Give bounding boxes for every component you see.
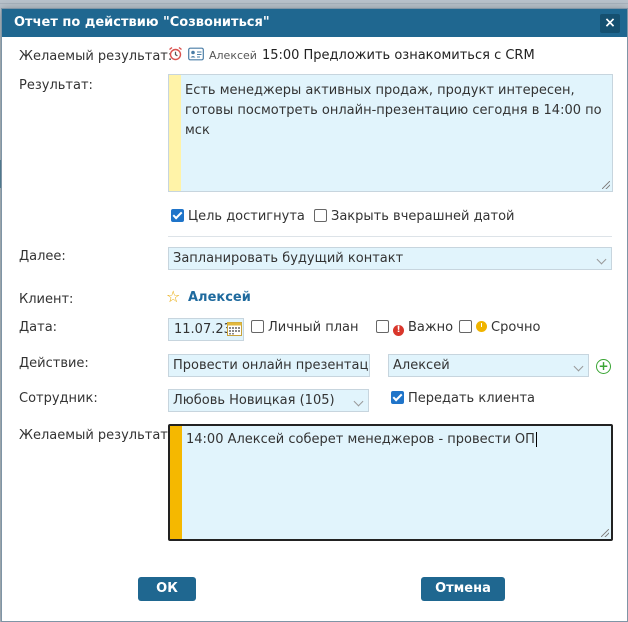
divider [168, 236, 612, 237]
client-link[interactable]: Алексей [188, 290, 251, 305]
employee-value: Любовь Новицкая (105) [173, 393, 335, 408]
dialog-title: Отчет по действию "Созвониться" [14, 15, 270, 30]
next-select-value: Запланировать будущий контакт [173, 251, 404, 266]
next-select[interactable]: Запланировать будущий контакт [168, 247, 612, 270]
action-input[interactable]: Провести онлайн презентаци [168, 354, 370, 377]
date-input[interactable]: 11.07.23 [168, 318, 244, 341]
urgent-checkbox[interactable]: Срочно [459, 320, 540, 335]
checkbox-unchecked-icon [314, 209, 327, 222]
desired-person: Алексей [209, 49, 257, 62]
action-contact-value: Алексей [393, 358, 450, 373]
urgent-label: Срочно [491, 320, 541, 335]
add-contact-icon[interactable]: + [596, 359, 611, 374]
action-label: Действие: [19, 356, 89, 371]
result-text: Есть менеджеры активных продаж, продукт … [185, 83, 606, 138]
client-label: Клиент: [19, 292, 74, 307]
close-yesterday-checkbox[interactable]: Закрыть вчерашней датой [314, 209, 515, 224]
desired-result-text: 15:00 Предложить ознакомиться с CRM [261, 48, 535, 63]
chevron-down-icon [596, 254, 607, 265]
star-icon[interactable]: ☆ [166, 287, 180, 306]
checkbox-checked-icon [171, 209, 184, 222]
transfer-client-checkbox[interactable]: Передать клиента [391, 391, 535, 406]
checkbox-unchecked-icon [376, 320, 389, 333]
checkbox-checked-icon [391, 391, 404, 404]
next-label: Далее: [19, 249, 66, 264]
important-icon: ! [393, 325, 404, 336]
resize-handle[interactable] [601, 529, 609, 537]
transfer-client-label: Передать клиента [408, 391, 535, 406]
result-label: Результат: [19, 78, 93, 93]
close-icon: × [604, 15, 616, 31]
chevron-down-icon [353, 396, 364, 407]
checkbox-unchecked-icon [459, 320, 472, 333]
ok-button[interactable]: ОК [138, 577, 196, 601]
alarm-clock-icon [168, 46, 183, 65]
calendar-icon[interactable] [227, 321, 242, 340]
personal-plan-label: Личный план [268, 320, 359, 335]
urgent-clock-icon [476, 321, 487, 332]
report-dialog: Отчет по действию "Созвониться" × Желаем… [1, 8, 628, 622]
contact-card-icon [188, 47, 204, 65]
date-label: Дата: [19, 320, 58, 335]
resize-handle[interactable] [602, 181, 610, 189]
next-desired-value: 14:00 Алексей соберет менеджеров - прове… [186, 432, 535, 447]
next-desired-stripe [170, 426, 182, 539]
result-textarea[interactable]: Есть менеджеры активных продаж, продукт … [168, 74, 613, 192]
action-value: Провести онлайн презентаци [173, 358, 370, 373]
important-label: Важно [408, 320, 454, 335]
employee-select[interactable]: Любовь Новицкая (105) [168, 389, 369, 412]
result-stripe [169, 75, 181, 191]
text-cursor [535, 432, 537, 447]
dialog-titlebar: Отчет по действию "Созвониться" × [2, 9, 627, 37]
next-desired-text: 14:00 Алексей соберет менеджеров - прове… [186, 430, 601, 450]
checkbox-unchecked-icon [251, 320, 264, 333]
goal-reached-label: Цель достигнута [188, 209, 305, 224]
close-yesterday-label: Закрыть вчерашней датой [331, 209, 515, 224]
important-checkbox[interactable]: ! Важно [376, 320, 453, 336]
next-desired-label: Желаемый результат: [19, 428, 173, 443]
chevron-down-icon [573, 361, 584, 372]
close-button[interactable]: × [600, 14, 620, 33]
desired-result-label: Желаемый результат: [19, 49, 173, 64]
cancel-button[interactable]: Отмена [421, 577, 505, 601]
employee-label: Сотрудник: [19, 391, 98, 406]
goal-reached-checkbox[interactable]: Цель достигнута [171, 209, 305, 224]
next-desired-textarea[interactable]: 14:00 Алексей соберет менеджеров - прове… [168, 424, 613, 541]
action-contact-select[interactable]: Алексей [388, 354, 589, 377]
date-value: 11.07.23 [174, 322, 232, 337]
personal-plan-checkbox[interactable]: Личный план [251, 320, 359, 335]
desired-result-line: Алексей 15:00 Предложить ознакомиться с … [168, 46, 535, 65]
